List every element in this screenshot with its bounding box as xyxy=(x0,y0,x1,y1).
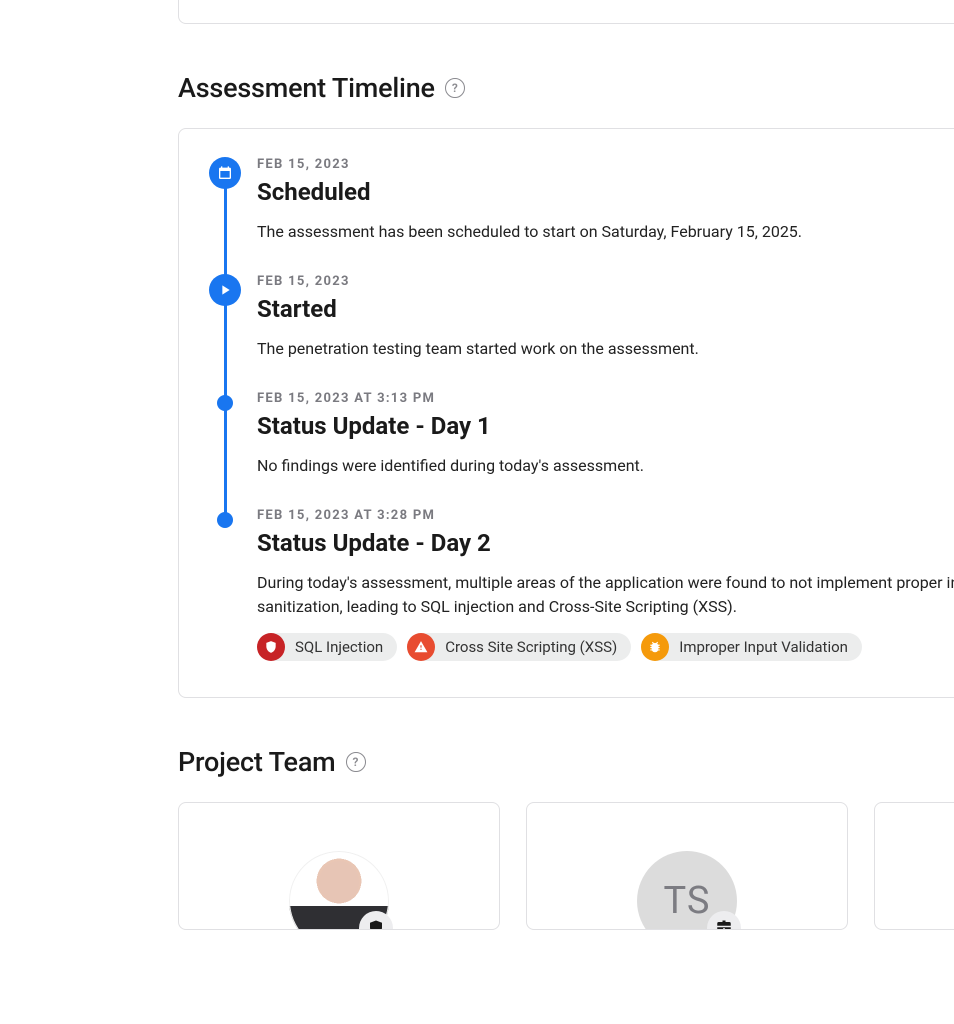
timeline-item: FEB 15, 2023 Scheduled The assessment has … xyxy=(209,157,954,274)
timeline-date: FEB 15, 2023 xyxy=(257,157,954,172)
timeline-date: FEB 15, 2023 xyxy=(257,274,954,289)
team-member-card[interactable]: TS xyxy=(526,802,848,930)
play-icon xyxy=(209,274,241,306)
timeline-date: FEB 15, 2023 AT 3:13 PM xyxy=(257,391,954,406)
timeline-item: FEB 15, 2023 Started The penetration testi… xyxy=(209,274,954,391)
timeline-date: FEB 15, 2023 AT 3:28 PM xyxy=(257,508,954,523)
timeline-item: FEB 15, 2023 AT 3:28 PM Status Update - D… xyxy=(209,508,954,661)
finding-tag-label: SQL Injection xyxy=(295,638,383,656)
timeline-title: Started xyxy=(257,295,954,323)
finding-tag[interactable]: SQL Injection xyxy=(257,633,397,661)
timeline-body: During today's assessment, multiple area… xyxy=(257,571,954,619)
timeline-title: Scheduled xyxy=(257,178,954,206)
timeline-title: Status Update - Day 1 xyxy=(257,412,954,440)
previous-card-bottom xyxy=(178,0,954,24)
finding-tag[interactable]: Improper Input Validation xyxy=(641,633,862,661)
timeline-body: No findings were identified during today… xyxy=(257,454,954,478)
section-title: Assessment Timeline xyxy=(178,72,435,104)
timeline-body: The assessment has been scheduled to sta… xyxy=(257,220,954,244)
avatar xyxy=(289,851,389,930)
timeline-list: FEB 15, 2023 Scheduled The assessment has … xyxy=(209,157,954,661)
section-title: Project Team xyxy=(178,746,336,778)
timeline-dot-icon xyxy=(217,395,233,411)
warning-icon xyxy=(407,633,435,661)
calendar-icon xyxy=(209,157,241,189)
timeline-title: Status Update - Day 2 xyxy=(257,529,954,557)
help-icon[interactable]: ? xyxy=(445,78,465,98)
timeline-body: The penetration testing team started wor… xyxy=(257,337,954,361)
assessment-timeline-heading: Assessment Timeline ? xyxy=(178,72,954,104)
timeline-dot-icon xyxy=(217,512,233,528)
help-icon[interactable]: ? xyxy=(346,752,366,772)
team-member-card[interactable] xyxy=(178,802,500,930)
finding-tag[interactable]: Cross Site Scripting (XSS) xyxy=(407,633,631,661)
shield-icon xyxy=(257,633,285,661)
finding-tags: SQL Injection Cross Site Scripting (XSS) I… xyxy=(257,633,954,661)
timeline-item: FEB 15, 2023 AT 3:13 PM Status Update - D… xyxy=(209,391,954,508)
timeline-card: FEB 15, 2023 Scheduled The assessment has … xyxy=(178,128,954,698)
bug-icon xyxy=(641,633,669,661)
project-team-heading: Project Team ? xyxy=(178,746,954,778)
team-row: TS xyxy=(178,802,954,930)
finding-tag-label: Improper Input Validation xyxy=(679,638,848,656)
team-member-card[interactable] xyxy=(874,802,954,930)
avatar: TS xyxy=(637,851,737,930)
finding-tag-label: Cross Site Scripting (XSS) xyxy=(445,638,617,656)
